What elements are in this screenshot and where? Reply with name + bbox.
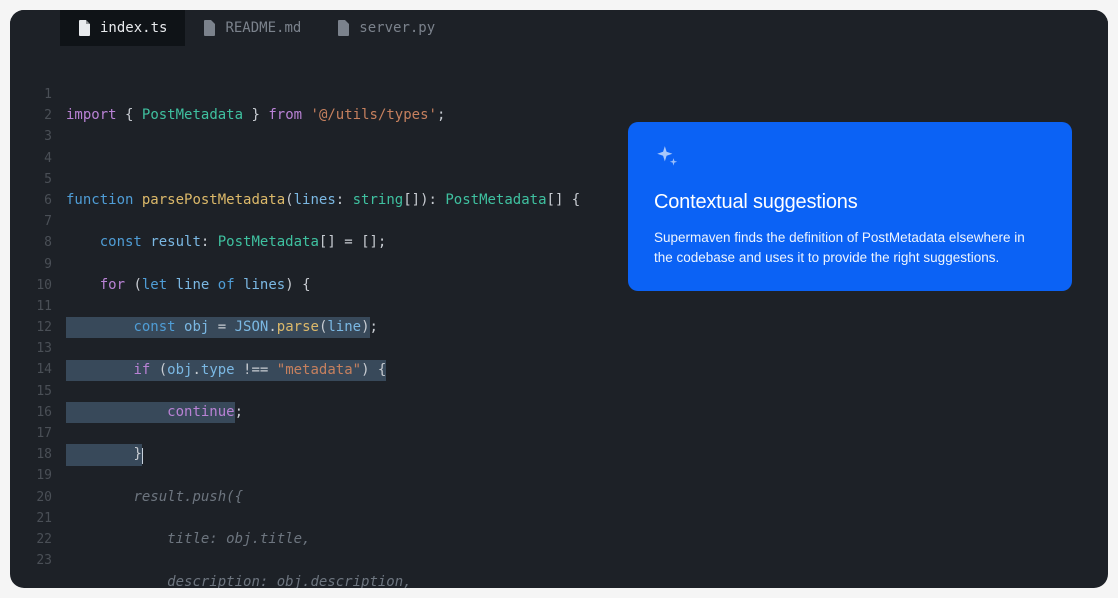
line-number: 17 — [10, 423, 52, 444]
line-number-gutter: 1 2 3 4 5 6 7 8 9 10 11 12 13 14 15 16 1… — [10, 84, 66, 588]
line-number: 3 — [10, 126, 52, 147]
line-number: 7 — [10, 211, 52, 232]
line-number: 4 — [10, 148, 52, 169]
editor-window: index.ts README.md server.py 1 2 3 4 5 6… — [10, 10, 1108, 588]
line-number: 10 — [10, 275, 52, 296]
line-number: 13 — [10, 338, 52, 359]
tab-server-py[interactable]: server.py — [319, 10, 453, 46]
suggestion-tooltip: Contextual suggestions Supermaven finds … — [628, 122, 1072, 291]
line-number: 9 — [10, 254, 52, 275]
cursor-icon — [142, 448, 144, 464]
tooltip-body: Supermaven finds the definition of PostM… — [654, 228, 1046, 267]
line-number: 18 — [10, 444, 52, 465]
line-number: 1 — [10, 84, 52, 105]
line-number: 19 — [10, 465, 52, 486]
tab-label: README.md — [225, 20, 301, 36]
line-number: 6 — [10, 190, 52, 211]
tab-readme-md[interactable]: README.md — [185, 10, 319, 46]
code-line: continue; — [66, 402, 1108, 423]
line-number: 23 — [10, 550, 52, 571]
code-line: const obj = JSON.parse(line); — [66, 317, 1108, 338]
editor-area[interactable]: 1 2 3 4 5 6 7 8 9 10 11 12 13 14 15 16 1… — [10, 46, 1108, 588]
line-number: 22 — [10, 529, 52, 550]
code-line: if (obj.type !== "metadata") { — [66, 360, 1108, 381]
tabs-bar: index.ts README.md server.py — [10, 10, 1108, 46]
code-line: } — [66, 444, 1108, 465]
sparkle-icon — [654, 144, 680, 170]
code-line: result.push({ — [66, 487, 1108, 508]
tab-label: server.py — [359, 20, 435, 36]
code-line: description: obj.description, — [66, 572, 1108, 589]
line-number: 16 — [10, 402, 52, 423]
file-icon — [203, 20, 217, 36]
line-number: 12 — [10, 317, 52, 338]
code-line: title: obj.title, — [66, 529, 1108, 550]
file-icon — [78, 20, 92, 36]
line-number: 8 — [10, 232, 52, 253]
line-number: 15 — [10, 381, 52, 402]
tab-index-ts[interactable]: index.ts — [60, 10, 185, 46]
file-icon — [337, 20, 351, 36]
line-number: 20 — [10, 487, 52, 508]
line-number: 11 — [10, 296, 52, 317]
tooltip-title: Contextual suggestions — [654, 191, 1046, 214]
line-number: 21 — [10, 508, 52, 529]
line-number: 5 — [10, 169, 52, 190]
tab-label: index.ts — [100, 20, 167, 36]
line-number: 14 — [10, 359, 52, 380]
line-number: 2 — [10, 105, 52, 126]
